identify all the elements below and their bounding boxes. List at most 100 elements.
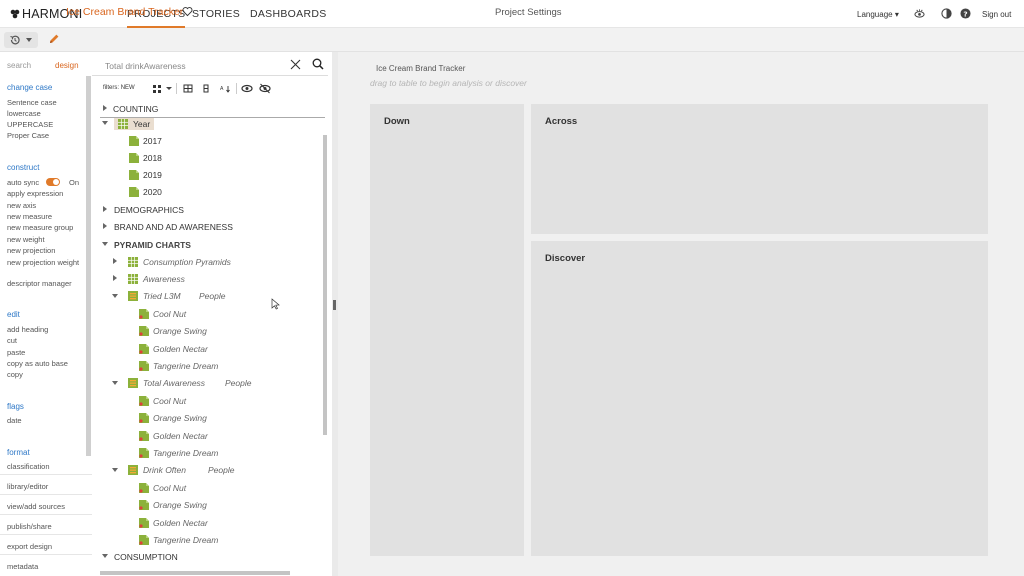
splitter-handle[interactable] <box>333 300 336 310</box>
menu-item-uppercase[interactable]: UPPERCASE <box>7 120 53 129</box>
table-view-icon[interactable] <box>183 82 193 95</box>
chevron-down-icon[interactable] <box>166 82 172 95</box>
tree-item-awareness[interactable]: Awareness <box>143 274 185 284</box>
tree-item-cool-nut[interactable]: Cool Nut <box>153 483 186 493</box>
drop-zone-down[interactable]: Down <box>370 104 524 556</box>
tab-design[interactable]: design <box>55 61 79 70</box>
favorite-heart-icon[interactable] <box>182 6 193 17</box>
expand-caret-icon[interactable] <box>103 223 107 229</box>
tree-item-consumption[interactable]: CONSUMPTION <box>114 552 178 562</box>
menu-item-auto-sync[interactable]: auto sync <box>7 178 39 187</box>
tree-item-orange-swing[interactable]: Orange Swing <box>153 500 207 510</box>
tree-item-consumption-pyramids[interactable]: Consumption Pyramids <box>143 257 231 267</box>
close-icon[interactable] <box>290 59 301 70</box>
tree-item-counting[interactable]: COUNTING <box>113 104 158 114</box>
tree-item-2018[interactable]: 2018 <box>143 153 162 163</box>
menu-item-export-design[interactable]: export design <box>7 542 52 551</box>
code-icon <box>139 431 149 441</box>
expand-caret-icon[interactable] <box>113 258 117 264</box>
tree-item-golden-nectar[interactable]: Golden Nectar <box>153 431 208 441</box>
tree-item-total-awareness[interactable]: Total Awareness <box>143 378 205 388</box>
tree-item-pyramid-charts[interactable]: PYRAMID CHARTS <box>114 240 191 250</box>
search-icon[interactable] <box>312 58 324 70</box>
menu-item-add-heading[interactable]: add heading <box>7 325 48 334</box>
menu-item-copy-as-auto-base[interactable]: copy as auto base <box>7 359 68 368</box>
expand-caret-icon[interactable] <box>113 275 117 281</box>
expand-caret-icon[interactable] <box>103 206 107 212</box>
tree-item-orange-swing[interactable]: Orange Swing <box>153 413 207 423</box>
tree-item-demographics[interactable]: DEMOGRAPHICS <box>114 205 184 215</box>
menu-item-descriptor-manager[interactable]: descriptor manager <box>7 279 72 288</box>
help-icon[interactable]: ? <box>960 8 971 19</box>
menu-item-classification[interactable]: classification <box>7 462 50 471</box>
history-button[interactable] <box>4 32 38 48</box>
tree-item-drink-often[interactable]: Drink Often <box>143 465 186 475</box>
tree-item-orange-swing[interactable]: Orange Swing <box>153 326 207 336</box>
tree-item-tried-l3m[interactable]: Tried L3M <box>143 291 181 301</box>
expand-caret-icon[interactable] <box>103 105 107 111</box>
drop-zone-discover[interactable]: Discover <box>531 241 988 556</box>
nav-tab-stories[interactable]: STORIES <box>192 8 240 20</box>
table-title[interactable]: Ice Cream Brand Tracker <box>376 64 465 73</box>
menu-item-new-measure[interactable]: new measure <box>7 212 52 221</box>
eye-hidden-icon[interactable] <box>259 82 271 95</box>
tree-item-year[interactable]: Year <box>133 119 150 129</box>
menu-item-new-measure-group[interactable]: new measure group <box>7 223 73 232</box>
tree-item-golden-nectar[interactable]: Golden Nectar <box>153 344 208 354</box>
project-title[interactable]: Ice Cream Brand Tracker <box>66 6 183 18</box>
language-dropdown[interactable]: Language ▾ <box>857 10 899 19</box>
collapse-caret-icon[interactable] <box>112 294 118 298</box>
menu-item-metadata[interactable]: metadata <box>7 562 38 571</box>
collapse-caret-icon[interactable] <box>112 381 118 385</box>
sign-out-link[interactable]: Sign out <box>982 10 1011 19</box>
tree-vertical-scrollbar[interactable] <box>323 135 327 435</box>
tree-item-2020[interactable]: 2020 <box>143 187 162 197</box>
menu-item-new-weight[interactable]: new weight <box>7 235 45 244</box>
tree-item-cool-nut[interactable]: Cool Nut <box>153 309 186 319</box>
menu-item-paste[interactable]: paste <box>7 348 25 357</box>
collapse-caret-icon[interactable] <box>102 554 108 558</box>
menu-item-sentence-case[interactable]: Sentence case <box>7 98 57 107</box>
column-view-icon[interactable] <box>203 82 209 95</box>
tool-column-scrollbar[interactable] <box>86 76 91 456</box>
menu-item-publish-share[interactable]: publish/share <box>7 522 52 531</box>
eye-icon[interactable] <box>241 82 253 95</box>
menu-item-apply-expression[interactable]: apply expression <box>7 189 63 198</box>
menu-item-new-axis[interactable]: new axis <box>7 201 36 210</box>
menu-item-view-add-sources[interactable]: view/add sources <box>7 502 65 511</box>
tree-item-brand-ad-awareness[interactable]: BRAND AND AD AWARENESS <box>114 222 233 232</box>
drop-zone-across[interactable]: Across <box>531 104 988 234</box>
tree-item-tangerine-dream[interactable]: Tangerine Dream <box>153 361 218 371</box>
menu-item-library-editor[interactable]: library/editor <box>7 482 48 491</box>
search-input[interactable]: Total drinkAwareness <box>105 61 186 71</box>
toolbar-divider <box>176 83 177 94</box>
menu-item-date[interactable]: date <box>7 416 22 425</box>
menu-item-lowercase[interactable]: lowercase <box>7 109 41 118</box>
tab-search[interactable]: search <box>7 61 31 70</box>
tree-item-tangerine-dream[interactable]: Tangerine Dream <box>153 448 218 458</box>
code-icon <box>139 483 149 493</box>
collapse-caret-icon[interactable] <box>112 468 118 472</box>
tree-item-2019[interactable]: 2019 <box>143 170 162 180</box>
nav-tab-dashboards[interactable]: DASHBOARDS <box>250 8 327 20</box>
tree-item-tangerine-dream[interactable]: Tangerine Dream <box>153 535 218 545</box>
menu-item-new-projection-weight[interactable]: new projection weight <box>7 257 83 268</box>
sort-icon[interactable]: A <box>220 82 232 95</box>
menu-item-new-projection[interactable]: new projection <box>7 246 55 255</box>
divider <box>0 474 92 475</box>
contrast-icon[interactable] <box>941 8 952 19</box>
tree-item-golden-nectar[interactable]: Golden Nectar <box>153 518 208 528</box>
drop-zone-label: Discover <box>545 253 586 264</box>
tree-item-cool-nut[interactable]: Cool Nut <box>153 396 186 406</box>
collapse-caret-icon[interactable] <box>102 121 108 125</box>
collapse-caret-icon[interactable] <box>102 242 108 246</box>
tree-item-2017[interactable]: 2017 <box>143 136 162 146</box>
menu-item-cut[interactable]: cut <box>7 336 17 345</box>
menu-item-copy[interactable]: copy <box>7 370 23 379</box>
grid-filter-icon[interactable] <box>152 82 164 95</box>
auto-sync-toggle[interactable] <box>46 178 60 186</box>
tree-horizontal-scrollbar[interactable] <box>100 571 290 575</box>
filters-value[interactable]: NEW <box>121 85 135 91</box>
eye-settings-icon[interactable] <box>914 8 925 19</box>
menu-item-proper-case[interactable]: Proper Case <box>7 131 49 140</box>
